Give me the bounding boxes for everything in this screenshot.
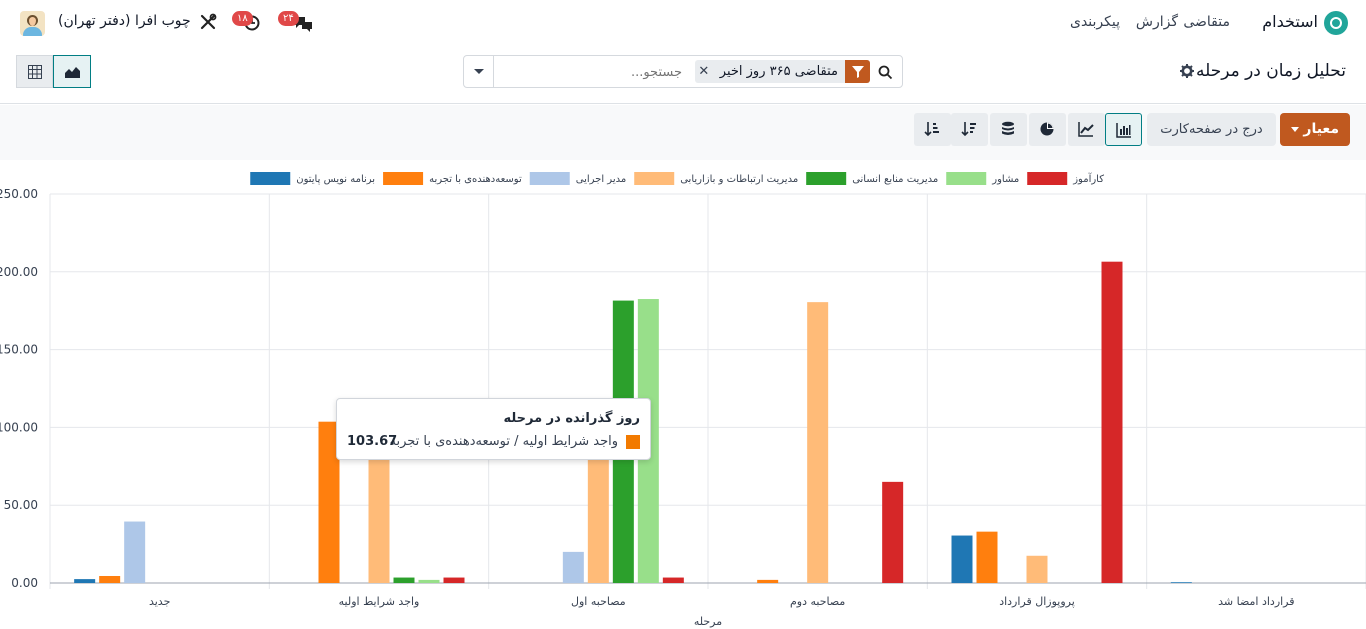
menu-item-reporting[interactable]: گزارش — [1136, 14, 1178, 30]
y-tick-label: 200.00 — [0, 265, 38, 279]
tooltip-value: 103.67 — [347, 434, 398, 449]
bar — [976, 531, 998, 583]
chart-tooltip: روز گذرانده در مرحله واجد شرایط اولیه / … — [336, 398, 651, 460]
y-tick-label: 50.00 — [4, 498, 38, 512]
y-tick-label: 0.00 — [11, 576, 38, 590]
legend-swatch — [529, 172, 570, 185]
legend-swatch — [806, 172, 847, 185]
legend-swatch — [946, 172, 987, 185]
facet-label: متقاضی ۳۶۵ روز اخیر — [719, 64, 838, 79]
x-tick-label: مصاحبه دوم — [790, 595, 845, 608]
bar-chart-icon — [1116, 123, 1131, 138]
x-axis-label: مرحله — [694, 615, 722, 628]
table-icon — [28, 65, 42, 79]
activity-count-badge: ۱۸ — [232, 11, 253, 26]
search-icon[interactable] — [878, 65, 893, 80]
recruitment-app-icon[interactable] — [1324, 11, 1348, 35]
gear-icon[interactable] — [1180, 64, 1194, 78]
legend-label: مدیر اجرایی — [576, 174, 626, 185]
stacked-button[interactable] — [990, 113, 1027, 146]
legend-swatch — [250, 172, 291, 185]
graph-toolbar: معیار درج در صفحه‌کارت — [0, 105, 1366, 160]
legend-label: مدیریت ارتباطات و بازاریابی — [680, 174, 798, 185]
y-tick-label: 150.00 — [0, 343, 38, 357]
remove-facet-icon[interactable]: ✕ — [695, 60, 713, 83]
bar — [587, 452, 609, 583]
sort-ascending-icon — [924, 122, 939, 137]
bar-chart: 0.00 50.00 100.00 150.00 200.00 250.00 جدید واج… — [0, 172, 1366, 628]
tooltip-title: روز گذرانده در مرحله — [503, 411, 640, 426]
graph-chart-area: 0.00 50.00 100.00 150.00 200.00 250.00 جدید واج… — [0, 162, 1366, 629]
user-avatar[interactable] — [20, 11, 45, 36]
bar — [1026, 555, 1048, 583]
search-facet: ✕ متقاضی ۳۶۵ روز اخیر — [694, 60, 870, 83]
line-chart-icon — [1078, 122, 1094, 137]
x-tick-label: واجد شرایط اولیه — [339, 595, 420, 608]
bar — [757, 579, 779, 583]
search-bar: ✕ متقاضی ۳۶۵ روز اخیر — [463, 55, 903, 88]
x-tick-label: جدید — [149, 595, 170, 608]
control-panel: ✕ متقاضی ۳۶۵ روز اخیر تحلیل زمان در مرحل… — [0, 46, 1366, 104]
insert-in-spreadsheet-button[interactable]: درج در صفحه‌کارت — [1147, 113, 1276, 146]
bar — [74, 579, 96, 583]
bar — [882, 481, 904, 583]
bar — [1101, 261, 1123, 583]
legend-label: برنامه نویس پایتون — [296, 174, 375, 185]
legend-label: مدیریت منابع انسانی — [852, 174, 938, 185]
search-options-toggle[interactable] — [464, 56, 494, 87]
x-tick-label: مصاحبه اول — [571, 595, 626, 608]
legend-swatch — [1027, 172, 1068, 185]
filter-icon — [845, 60, 870, 83]
company-switcher[interactable]: چوب افرا (دفتر تهران) — [58, 13, 191, 29]
bar — [124, 521, 146, 583]
tooltip-color-swatch — [626, 435, 640, 449]
legend-swatch — [634, 172, 675, 185]
bar — [368, 452, 390, 583]
menu-item-configuration[interactable]: پیکربندی — [1070, 14, 1120, 30]
bar — [1170, 582, 1192, 583]
x-tick-label: پروپوزال قرارداد — [999, 595, 1075, 608]
line-chart-button[interactable] — [1068, 113, 1105, 146]
sort-ascending-button[interactable] — [914, 113, 951, 146]
bar — [951, 535, 973, 583]
menu-item-applicants[interactable]: متقاضی — [1183, 14, 1230, 30]
search-input[interactable] — [504, 61, 682, 83]
bar — [393, 577, 415, 583]
page-title: تحلیل زمان در مرحله — [1195, 61, 1346, 81]
debug-tools-icon[interactable] — [198, 12, 218, 32]
tooltip-label: واجد شرایط اولیه / توسعه‌دهنده‌ی با تجرب… — [389, 434, 619, 449]
top-navbar: استخدام متقاضی گزارش پیکربندی چوب افرا (… — [0, 0, 1366, 46]
message-count-badge: ۲۴ — [278, 11, 299, 26]
y-tick-label: 100.00 — [0, 420, 38, 434]
bar — [443, 577, 465, 583]
database-stack-icon — [1002, 121, 1014, 135]
x-tick-label: قرارداد امضا شد — [1218, 595, 1294, 608]
sort-descending-icon — [961, 122, 976, 137]
pie-chart-button[interactable] — [1029, 113, 1066, 146]
app-title[interactable]: استخدام — [1262, 12, 1318, 31]
graph-view-button[interactable] — [53, 55, 91, 88]
sort-descending-button[interactable] — [951, 113, 988, 146]
measure-dropdown-button[interactable]: معیار — [1280, 113, 1350, 146]
area-chart-icon — [65, 67, 80, 78]
legend-label: مشاور — [991, 174, 1019, 185]
bar — [99, 575, 121, 583]
legend-label: توسعه‌دهنده‌ی با تجربه — [429, 174, 522, 185]
bar — [662, 577, 684, 583]
bar — [418, 579, 440, 583]
caret-down-icon — [1291, 127, 1299, 132]
y-tick-label: 250.00 — [0, 187, 38, 201]
legend-label: کارآموز — [1072, 172, 1104, 185]
pivot-view-button[interactable] — [16, 55, 53, 88]
bar-chart-button[interactable] — [1105, 113, 1142, 146]
bar — [807, 302, 829, 583]
legend-swatch — [383, 172, 424, 185]
pie-chart-icon — [1040, 122, 1054, 136]
bar — [562, 551, 584, 583]
